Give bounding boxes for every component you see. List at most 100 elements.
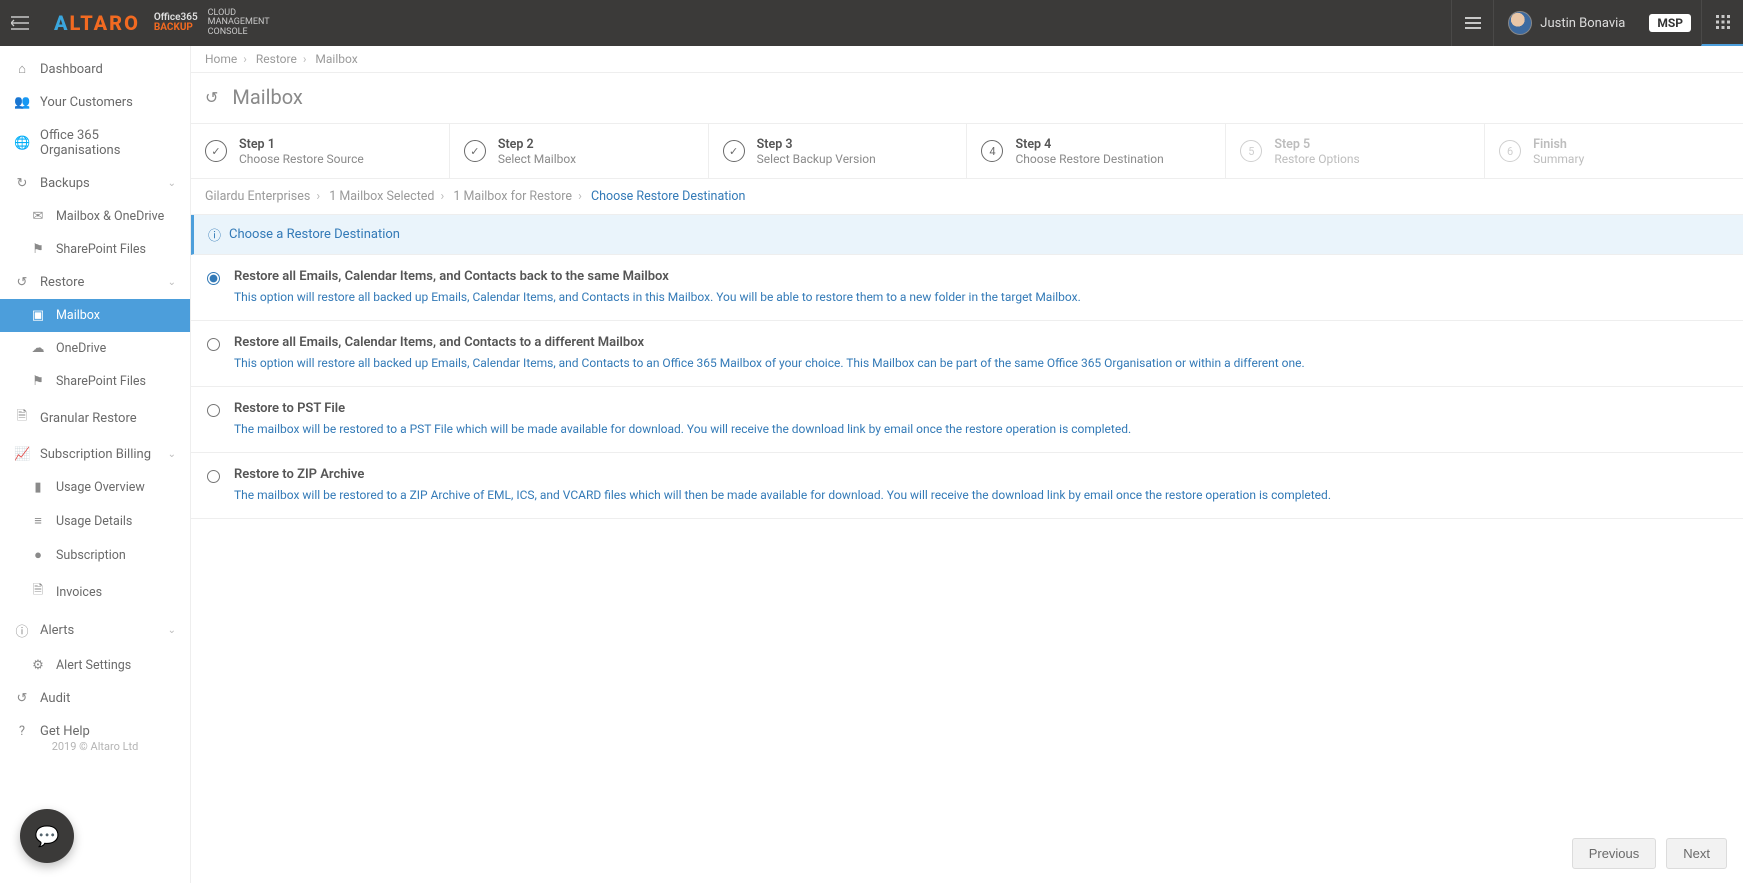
sidebar-item-billing-details[interactable]: ≡Usage Details <box>0 504 190 538</box>
radio-same-mailbox[interactable] <box>207 272 220 285</box>
sidebar-item-customers[interactable]: 👥Your Customers <box>0 86 190 119</box>
msp-badge[interactable]: MSP <box>1649 14 1691 32</box>
wizard-crumb-selected[interactable]: 1 Mailbox Selected <box>329 189 434 204</box>
brand-backup: BACKUP <box>154 22 193 33</box>
sidebar-item-audit[interactable]: ↺Audit <box>0 682 190 715</box>
file-icon: 🗎 <box>14 407 30 429</box>
option-title: Restore all Emails, Calendar Items, and … <box>234 269 1081 284</box>
check-icon: ✓ <box>205 140 227 162</box>
chat-button[interactable]: 💬 <box>20 809 74 863</box>
sidebar-item-billing-overview[interactable]: ▮Usage Overview <box>0 471 190 504</box>
step-title: Step 5 <box>1274 137 1359 152</box>
notice-text: Choose a Restore Destination <box>229 227 400 242</box>
grid-icon <box>1716 15 1730 29</box>
next-button[interactable]: Next <box>1666 838 1727 869</box>
option-same-mailbox[interactable]: Restore all Emails, Calendar Items, and … <box>191 255 1743 321</box>
sitemap-icon: ⚑ <box>30 242 46 257</box>
sidebar-label: Subscription <box>56 548 126 563</box>
notice-banner: ⓘ Choose a Restore Destination <box>191 215 1743 255</box>
sidebar-item-office365[interactable]: 🌐 Office 365 Organisations <box>0 119 190 167</box>
sidebar-item-backups-sharepoint[interactable]: ⚑SharePoint Files <box>0 233 190 266</box>
chevron-down-icon: ⌄ <box>168 625 176 636</box>
sidebar-toggle[interactable] <box>0 0 40 46</box>
sidebar-item-backups-mailbox[interactable]: ✉ Mailbox & OneDrive <box>0 200 190 233</box>
step-4[interactable]: 4 Step 4Choose Restore Destination <box>967 124 1226 178</box>
step-title: Step 3 <box>757 137 876 152</box>
sidebar-item-dashboard[interactable]: ⌂Dashboard <box>0 52 190 86</box>
wizard-footer: Previous Next <box>1572 838 1727 869</box>
info-icon: ⓘ <box>14 621 30 640</box>
sidebar-item-granular[interactable]: 🗎 Granular Restore <box>0 398 190 438</box>
sidebar-item-backups[interactable]: ↻Backups⌄ <box>0 167 190 200</box>
wizard-breadcrumb: Gilardu Enterprises› 1 Mailbox Selected›… <box>191 179 1743 215</box>
cloud-icon: ☁ <box>30 341 46 356</box>
sidebar-item-restore-sharepoint[interactable]: ⚑ SharePoint Files <box>0 365 190 398</box>
sidebar-label: Alert Settings <box>56 658 131 673</box>
step-number: 4 <box>981 140 1003 162</box>
apps-grid-button[interactable] <box>1701 0 1743 46</box>
check-icon: ✓ <box>723 140 745 162</box>
sidebar-item-billing-invoices[interactable]: 🗎Invoices <box>0 572 190 612</box>
brand-office: Office365 <box>154 12 198 23</box>
step-desc: Summary <box>1533 152 1584 166</box>
wizard-crumb-current: Choose Restore Destination <box>591 189 745 204</box>
sidebar-item-billing[interactable]: 📈Subscription Billing⌄ <box>0 438 190 471</box>
previous-button[interactable]: Previous <box>1572 838 1657 869</box>
step-desc: Select Backup Version <box>757 152 876 166</box>
sidebar-item-billing-subscription[interactable]: ●Subscription <box>0 538 190 572</box>
sidebar-item-restore-onedrive[interactable]: ☁OneDrive <box>0 332 190 365</box>
radio-different-mailbox[interactable] <box>207 338 220 351</box>
radio-pst[interactable] <box>207 404 220 417</box>
sidebar-label: Granular Restore <box>40 411 137 426</box>
wizard-crumb-org[interactable]: Gilardu Enterprises <box>205 189 310 204</box>
radio-zip[interactable] <box>207 470 220 483</box>
mail-icon: ✉ <box>30 209 46 224</box>
queue-icon-button[interactable] <box>1451 0 1493 46</box>
page-title-row: ↺ Mailbox <box>191 73 1743 124</box>
option-title: Restore all Emails, Calendar Items, and … <box>234 335 1305 350</box>
step-desc: Choose Restore Destination <box>1015 152 1163 166</box>
sidebar-item-alerts[interactable]: ⓘAlerts⌄ <box>0 612 190 649</box>
dashboard-icon: ⌂ <box>14 61 30 77</box>
page-title: Mailbox <box>232 85 302 109</box>
sitemap-icon: ⚑ <box>30 374 46 389</box>
help-icon: ? <box>14 724 30 739</box>
step-6: 6 FinishSummary <box>1485 124 1743 178</box>
step-title: Step 4 <box>1015 137 1163 152</box>
user-menu[interactable]: Justin Bonavia <box>1493 0 1639 46</box>
breadcrumb-restore[interactable]: Restore <box>256 52 297 66</box>
undo-icon: ↺ <box>14 275 30 290</box>
chevron-down-icon: ⌄ <box>168 277 176 288</box>
restore-options: Restore all Emails, Calendar Items, and … <box>191 255 1743 519</box>
sidebar-label: SharePoint Files <box>56 374 146 389</box>
option-different-mailbox[interactable]: Restore all Emails, Calendar Items, and … <box>191 321 1743 387</box>
sidebar-label: Mailbox <box>56 308 100 323</box>
avatar <box>1508 11 1532 35</box>
copyright: 2019 © Altaro Ltd <box>0 740 190 753</box>
sidebar-label: Office 365 Organisations <box>40 128 176 158</box>
sidebar-item-alert-settings[interactable]: ⚙Alert Settings <box>0 649 190 682</box>
globe-icon: 🌐 <box>14 136 30 151</box>
chevron-down-icon: ⌄ <box>168 449 176 460</box>
step-2[interactable]: ✓ Step 2Select Mailbox <box>450 124 709 178</box>
brand: AALTAROLTARO Office365 BACKUP CLOUD MANA… <box>40 9 270 37</box>
step-5: 5 Step 5Restore Options <box>1226 124 1485 178</box>
step-number: 5 <box>1240 140 1262 162</box>
option-pst[interactable]: Restore to PST File The mailbox will be … <box>191 387 1743 453</box>
sidebar-label: Subscription Billing <box>40 447 151 462</box>
step-title: Step 2 <box>498 137 576 152</box>
option-desc: The mailbox will be restored to a ZIP Ar… <box>234 486 1331 504</box>
option-desc: The mailbox will be restored to a PST Fi… <box>234 420 1131 438</box>
sidebar-item-restore-mailbox[interactable]: ▣Mailbox <box>0 299 190 332</box>
brand-wordmark: AALTAROLTARO <box>54 11 140 35</box>
step-1[interactable]: ✓ Step 1Choose Restore Source <box>191 124 450 178</box>
sidebar-label: Your Customers <box>40 95 133 110</box>
sidebar-label: Mailbox & OneDrive <box>56 209 164 224</box>
step-3[interactable]: ✓ Step 3Select Backup Version <box>709 124 968 178</box>
wizard-crumb-restore[interactable]: 1 Mailbox for Restore <box>453 189 572 204</box>
breadcrumb-home[interactable]: Home <box>205 52 237 66</box>
option-zip[interactable]: Restore to ZIP Archive The mailbox will … <box>191 453 1743 519</box>
option-desc: This option will restore all backed up E… <box>234 354 1305 372</box>
sidebar-label: Backups <box>40 176 90 191</box>
sidebar-item-restore[interactable]: ↺Restore⌄ <box>0 266 190 299</box>
